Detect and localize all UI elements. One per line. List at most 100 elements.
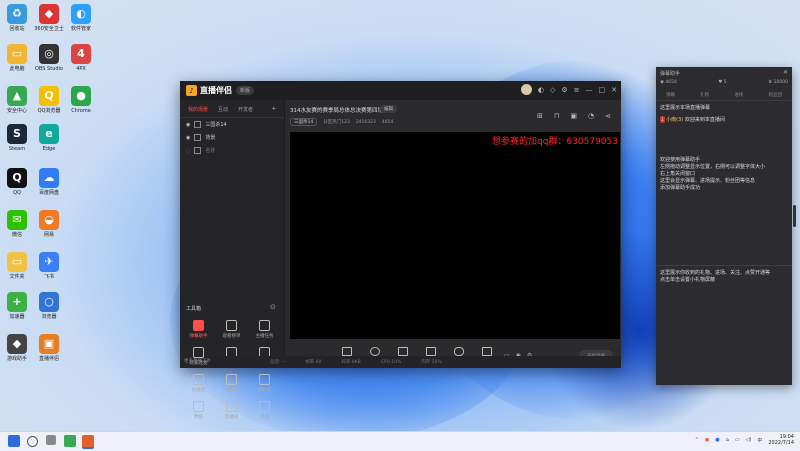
tool-item[interactable]: 投放推 [182, 374, 215, 393]
speaker-icon[interactable]: ◁) [746, 437, 752, 443]
tab-gift[interactable]: 礼物 [700, 92, 709, 98]
app-icon: Q [7, 168, 27, 188]
add-scene-icon[interactable]: + [272, 106, 276, 113]
search-icon[interactable] [27, 436, 38, 447]
desktop-icon[interactable]: ▲ 安全中心 [0, 86, 34, 114]
desktop-icon[interactable]: 4 4PX [64, 44, 98, 72]
app-icon: ✉ [7, 210, 27, 230]
tab-enter[interactable]: 进场 [734, 92, 743, 98]
tool-label: 弹幕助手 [189, 334, 208, 339]
fans-stat: ♛ 10000 [768, 80, 788, 85]
rank-text: 分区热门123 [323, 120, 350, 125]
menu-icon[interactable]: ≡ [574, 86, 580, 94]
shirt-icon[interactable]: ◇ [550, 86, 555, 94]
avatar[interactable] [520, 84, 532, 95]
desktop-icon[interactable]: ◐ 软件管家 [64, 4, 98, 32]
system-message: 这里展示本场直播弹幕 [660, 105, 711, 111]
desktop-icon[interactable]: + 加速器 [0, 292, 34, 320]
clock[interactable]: 19:04 2022/7/14 [768, 434, 794, 446]
tool-label: 直播间 [224, 415, 239, 420]
desktop-icon[interactable]: S Steam [0, 124, 34, 152]
app-tray-icon[interactable]: ● [705, 437, 709, 443]
ime-icon[interactable]: 中 [757, 437, 762, 444]
desktop-icon-label: 加速器 [9, 314, 25, 320]
tool-item[interactable]: 直播间 [215, 401, 248, 420]
close-icon[interactable]: ✕ [783, 69, 788, 76]
chevron-up-icon[interactable]: ⌃ [695, 437, 699, 443]
app-tray-icon[interactable]: ● [715, 437, 719, 443]
desktop-icon[interactable]: ◒ 网易 [32, 210, 66, 238]
task-view-icon[interactable] [46, 435, 56, 445]
desktop-icon[interactable]: ○ 浏览器 [32, 292, 66, 320]
lock-icon[interactable]: ⊓ [554, 112, 559, 120]
category-select[interactable]: 三国杀14 [290, 118, 318, 126]
desktop-icon[interactable]: ♻ 回收站 [0, 4, 34, 32]
desktop-icon[interactable]: ☁ 百度网盘 [32, 168, 66, 196]
close-icon[interactable]: ✕ [611, 86, 617, 94]
maximize-icon[interactable]: □ [599, 86, 606, 94]
desktop-icon[interactable]: ✉ 微信 [0, 210, 34, 238]
version-badge[interactable]: 新版 [236, 86, 255, 95]
room-meta: 三国杀14 分区热门123 2416323 4654 [290, 118, 393, 126]
desktop-icon[interactable]: ◆ 游戏助手 [0, 334, 34, 362]
desktop-icon[interactable]: ◎ OBS Studio [32, 44, 66, 72]
tool-item[interactable]: 弹幕助手 [182, 320, 215, 339]
stream-preview[interactable]: 想参赛的加qq群：630579053 [290, 132, 620, 339]
desktop-icon-label: 软件管家 [70, 26, 91, 32]
scene-item[interactable]: ◉ 三国杀14 [180, 118, 284, 131]
tool-label: 礼物玩法 [222, 388, 241, 393]
gear-icon[interactable]: ⚙ [561, 86, 567, 94]
keyboard-icon[interactable]: ▭ [735, 437, 740, 443]
bell-icon[interactable]: ◔ [588, 112, 594, 120]
windows-start-icon[interactable] [8, 435, 20, 447]
headset-icon[interactable]: ◐ [538, 86, 544, 94]
desktop-icon[interactable]: ▭ 此电脑 [0, 44, 34, 72]
layout-icon[interactable]: ⊞ [537, 112, 543, 120]
tab-danmaku[interactable]: 弹幕 [666, 92, 675, 98]
desktop-icon[interactable]: ● Chrome [64, 86, 98, 114]
scrollbar[interactable] [793, 205, 796, 227]
viewer-stat: ◉ 4654 [660, 80, 677, 85]
desktop-icon[interactable]: ▣ 直播伴侣 [32, 334, 66, 362]
tool-icon [259, 374, 270, 385]
eye-icon[interactable]: ◌ [186, 148, 190, 154]
lock-icon[interactable] [194, 121, 202, 128]
app-icon: 4 [71, 44, 91, 64]
tool-item[interactable]: 主播任务 [248, 320, 281, 339]
lock-icon[interactable] [194, 147, 202, 154]
app-taskbar-icon[interactable] [64, 435, 76, 447]
tool-item[interactable]: 礼物玩法 [215, 374, 248, 393]
tool-item[interactable]: 弹幕库 [248, 374, 281, 393]
tab-my-scenes[interactable]: 我的场景 [188, 106, 208, 113]
tab-developer[interactable]: 开发者 [238, 106, 253, 113]
tool-item[interactable]: 数据 [182, 401, 215, 420]
eye-icon[interactable]: ◉ [186, 122, 190, 128]
app-icon: S [7, 124, 27, 144]
app-icon: + [7, 292, 27, 312]
chat-user[interactable]: 小南(3) [666, 117, 683, 123]
tool-item[interactable]: 更多 [248, 401, 281, 420]
desktop-icon[interactable]: ▭ 文件夹 [0, 252, 34, 280]
live-companion-taskbar-icon[interactable] [82, 435, 94, 449]
desktop-icon[interactable]: ◆ 360安全卫士 [32, 4, 66, 32]
scene-item[interactable]: ◌ 名称 [180, 144, 284, 157]
edit-title-button[interactable]: 编辑 [380, 105, 397, 113]
eye-icon[interactable]: ◉ [186, 135, 190, 141]
window-icon[interactable]: ▣ [570, 112, 577, 120]
scene-label: 名称 [205, 148, 216, 154]
minimize-icon[interactable]: — [586, 86, 593, 94]
tool-item[interactable]: 观看榜单 [215, 320, 248, 339]
desktop-icon[interactable]: e Edge [32, 124, 66, 152]
desktop-icon[interactable]: Q QQ [0, 168, 34, 196]
app-icon: ▭ [7, 252, 27, 272]
desktop-icon[interactable]: Q QQ浏览器 [32, 86, 66, 114]
desktop-icon[interactable]: ✈ 飞书 [32, 252, 66, 280]
share-icon[interactable]: ⋖ [605, 112, 611, 120]
tab-fans[interactable]: 粉丝团 [768, 92, 782, 98]
title-bar[interactable]: ♪ 直播伴侣 新版 ◐ ◇ ⚙ ≡ — □ ✕ [180, 81, 621, 100]
lock-icon[interactable] [194, 134, 202, 141]
network-icon[interactable]: ⌂ [726, 437, 729, 443]
more-icon[interactable]: ⊙ [270, 303, 276, 311]
tab-interact[interactable]: 互动 [218, 106, 228, 113]
scene-item[interactable]: ◉ 背景 [180, 131, 284, 144]
